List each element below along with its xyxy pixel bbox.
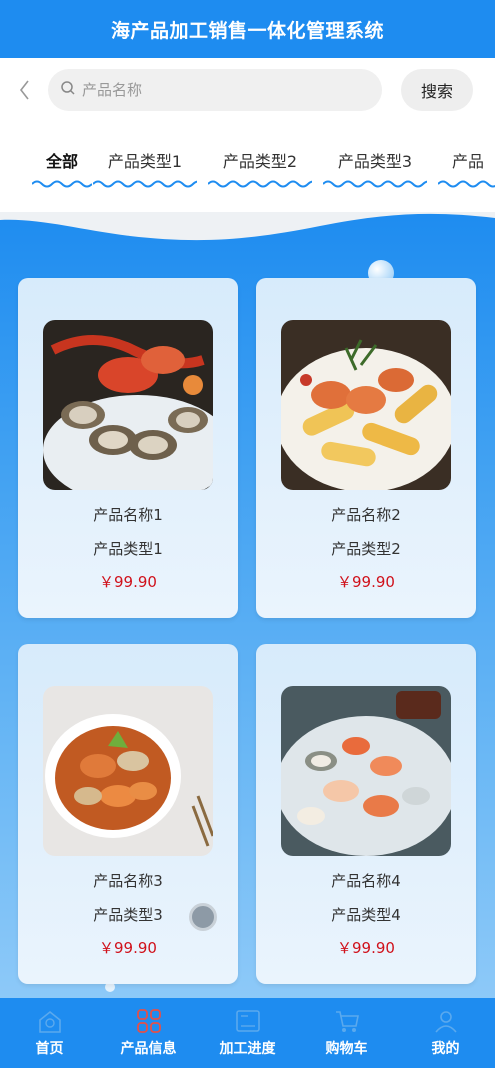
product-price: ￥99.90 (337, 939, 395, 957)
tab-label: 全部 (45, 152, 78, 171)
product-name: 产品名称3 (93, 872, 163, 890)
tab-type-1[interactable]: 产品类型1 (93, 148, 197, 188)
user-icon (434, 1011, 457, 1033)
product-card[interactable]: 产品名称2 产品类型2 ￥99.90 (256, 278, 476, 618)
tab-label: 产品类型3 (337, 152, 413, 171)
search-icon (60, 80, 76, 100)
nav-label: 首页 (35, 1041, 64, 1057)
product-card[interactable]: 产品名称4 产品类型4 ￥99.90 (256, 644, 476, 984)
nav-mine[interactable]: 我的 (396, 998, 495, 1068)
tab-label: 产品类型2 (222, 152, 298, 171)
tab-type-more[interactable]: 产品 (438, 148, 495, 188)
bottom-nav: 首页 产品信息 加工进度 购物车 我的 (0, 998, 495, 1068)
tab-type-2[interactable]: 产品类型2 (208, 148, 312, 188)
search-field[interactable] (48, 69, 382, 111)
wave-underline-icon (93, 180, 197, 188)
tab-all[interactable]: 全部 (32, 148, 92, 188)
product-card[interactable]: 产品名称3 产品类型3 ￥99.90 (18, 644, 238, 984)
product-name: 产品名称1 (93, 506, 163, 524)
product-type: 产品类型4 (331, 906, 401, 924)
nav-label: 加工进度 (219, 1041, 276, 1057)
product-name: 产品名称4 (331, 872, 401, 890)
product-list-area[interactable]: 产品名称1 产品类型1 ￥99.90 产品名称2 产品类型2 ￥99.90 产品… (0, 212, 495, 998)
product-type: 产品类型2 (331, 540, 401, 558)
app-header: 海产品加工销售一体化管理系统 (0, 0, 495, 58)
product-image[interactable] (43, 320, 213, 490)
page-title: 海产品加工销售一体化管理系统 (110, 19, 384, 42)
tab-label: 产品 (451, 152, 484, 171)
nav-cart[interactable]: 购物车 (297, 998, 396, 1068)
wave-underline-icon (323, 180, 427, 188)
tab-label: 产品类型1 (107, 152, 183, 171)
wave-decoration (0, 212, 495, 241)
product-image[interactable] (281, 320, 451, 490)
nav-progress[interactable]: 加工进度 (198, 998, 297, 1068)
product-price: ￥99.90 (99, 573, 157, 591)
grid-icon (136, 1009, 161, 1033)
floating-button[interactable] (189, 903, 217, 931)
nav-label: 购物车 (325, 1041, 368, 1057)
search-bar: 搜索 (0, 58, 495, 122)
product-image[interactable] (281, 686, 451, 856)
progress-icon (235, 1010, 260, 1032)
wave-underline-icon (208, 180, 312, 188)
product-card[interactable]: 产品名称1 产品类型1 ￥99.90 (18, 278, 238, 618)
product-name: 产品名称2 (331, 506, 401, 524)
cart-icon (335, 1011, 359, 1032)
chevron-left-icon[interactable] (4, 70, 44, 110)
category-tabs: 全部 产品类型1 产品类型2 产品类型3 产品 (0, 122, 495, 212)
nav-products[interactable]: 产品信息 (99, 998, 198, 1068)
nav-label: 产品信息 (120, 1041, 177, 1057)
product-image[interactable] (43, 686, 213, 856)
nav-label: 我的 (431, 1041, 460, 1057)
search-button[interactable]: 搜索 (401, 69, 473, 111)
home-icon (38, 1010, 61, 1033)
tab-type-3[interactable]: 产品类型3 (323, 148, 427, 188)
search-input[interactable] (82, 81, 342, 99)
product-type: 产品类型1 (93, 540, 163, 558)
product-price: ￥99.90 (337, 573, 395, 591)
product-price: ￥99.90 (99, 939, 157, 957)
wave-underline-icon (32, 180, 92, 188)
nav-home[interactable]: 首页 (0, 998, 99, 1068)
wave-underline-icon (438, 180, 495, 188)
